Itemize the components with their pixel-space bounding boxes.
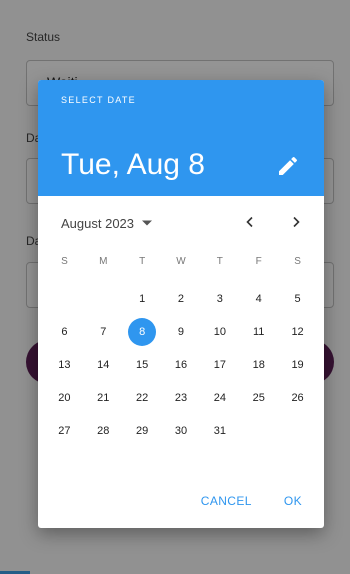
day-number: 9 [177, 325, 185, 338]
day-cell[interactable]: 7 [84, 315, 123, 348]
day-number: 18 [252, 358, 265, 371]
day-number: 13 [58, 358, 71, 371]
day-number: 19 [291, 358, 304, 371]
day-number: 4 [255, 292, 262, 305]
day-number: 12 [291, 325, 304, 338]
day-cell[interactable]: 13 [45, 348, 84, 381]
day-cell[interactable]: 24 [200, 381, 239, 414]
day-cell[interactable]: 16 [162, 348, 201, 381]
day-cell[interactable]: 23 [162, 381, 201, 414]
empty-day-cell [45, 282, 84, 315]
day-number: 21 [97, 391, 110, 404]
day-cell[interactable]: 30 [162, 414, 201, 447]
day-number: 3 [216, 292, 223, 305]
day-cell[interactable]: 1 [123, 282, 162, 315]
day-number: 10 [213, 325, 226, 338]
previous-month-button[interactable] [238, 210, 262, 234]
day-cell[interactable]: 20 [45, 381, 84, 414]
day-cell[interactable]: 19 [278, 348, 317, 381]
day-number: 24 [213, 391, 226, 404]
date-picker-dialog: SELECT DATE Tue, Aug 8 August 2023 S M T W T… [38, 80, 324, 528]
day-number: 16 [174, 358, 188, 371]
day-number: 11 [252, 325, 265, 338]
day-number: 1 [139, 292, 146, 305]
day-number: 26 [291, 391, 304, 404]
dialog-actions: CANCEL OK [191, 490, 312, 512]
day-cell[interactable]: 6 [45, 315, 84, 348]
day-number: 30 [174, 424, 188, 437]
day-cell[interactable]: 17 [200, 348, 239, 381]
chevron-left-icon [246, 216, 253, 228]
weekday-label: T [216, 256, 223, 267]
day-number: 6 [61, 325, 68, 338]
day-cell[interactable]: 2 [162, 282, 201, 315]
day-number: 22 [136, 391, 149, 404]
day-cell[interactable]: 4 [239, 282, 278, 315]
calendar-grid: 1 2 3 4 5 6 7 8 9 10 11 12 13 14 15 16 17 18 19 20 21 22 23 24 2… [45, 282, 317, 447]
day-cell[interactable]: 21 [84, 381, 123, 414]
chevron-right-icon [293, 216, 300, 228]
day-cell[interactable]: 14 [84, 348, 123, 381]
dialog-header: SELECT DATE Tue, Aug 8 [38, 80, 324, 196]
day-cell[interactable]: 25 [239, 381, 278, 414]
weekday-label: T [139, 256, 146, 267]
cancel-button[interactable]: CANCEL [191, 490, 262, 512]
day-cell[interactable]: 22 [123, 381, 162, 414]
day-number: 20 [58, 391, 71, 404]
day-number: 17 [213, 358, 226, 371]
day-number: 7 [100, 325, 107, 338]
month-navigation: August 2023 [38, 208, 324, 238]
day-number: 23 [174, 391, 188, 404]
next-month-button[interactable] [284, 210, 308, 234]
day-number: 28 [97, 424, 110, 437]
weekday-label: S [61, 256, 68, 267]
weekday-label: W [176, 256, 186, 267]
empty-day-cell [84, 282, 123, 315]
day-number: 2 [177, 292, 185, 305]
day-number: 15 [136, 358, 149, 371]
weekday-label: S [294, 256, 301, 267]
month-label: August 2023 [61, 215, 135, 231]
day-cell[interactable]: 28 [84, 414, 123, 447]
day-cell[interactable]: 5 [278, 282, 317, 315]
day-cell[interactable]: 27 [45, 414, 84, 447]
day-cell[interactable]: 12 [278, 315, 317, 348]
day-cell[interactable]: 3 [200, 282, 239, 315]
selected-date-display: Tue, Aug 8 [61, 148, 205, 181]
month-year-selector[interactable]: August 2023 [61, 212, 153, 234]
weekday-label: M [99, 256, 108, 267]
day-number: 8 [128, 317, 157, 346]
day-cell[interactable]: 10 [200, 315, 239, 348]
day-number: 5 [294, 292, 301, 305]
day-number: 14 [97, 358, 110, 371]
day-cell[interactable]: 29 [123, 414, 162, 447]
day-number: 25 [252, 391, 265, 404]
day-number: 31 [213, 424, 226, 437]
weekday-label: F [255, 256, 262, 267]
dialog-title: SELECT DATE [61, 95, 136, 105]
edit-icon[interactable] [276, 154, 300, 178]
day-cell[interactable]: 31 [200, 414, 239, 447]
day-number: 27 [58, 424, 71, 437]
day-cell-selected[interactable]: 8 [123, 315, 162, 348]
day-number: 29 [136, 424, 149, 437]
dropdown-arrow-icon [142, 220, 153, 226]
day-cell[interactable]: 15 [123, 348, 162, 381]
day-cell[interactable]: 9 [162, 315, 201, 348]
ok-button[interactable]: OK [274, 490, 312, 512]
day-cell[interactable]: 26 [278, 381, 317, 414]
day-cell[interactable]: 18 [239, 348, 278, 381]
day-cell[interactable]: 11 [239, 315, 278, 348]
weekday-header: SMTWTFS [45, 252, 317, 272]
